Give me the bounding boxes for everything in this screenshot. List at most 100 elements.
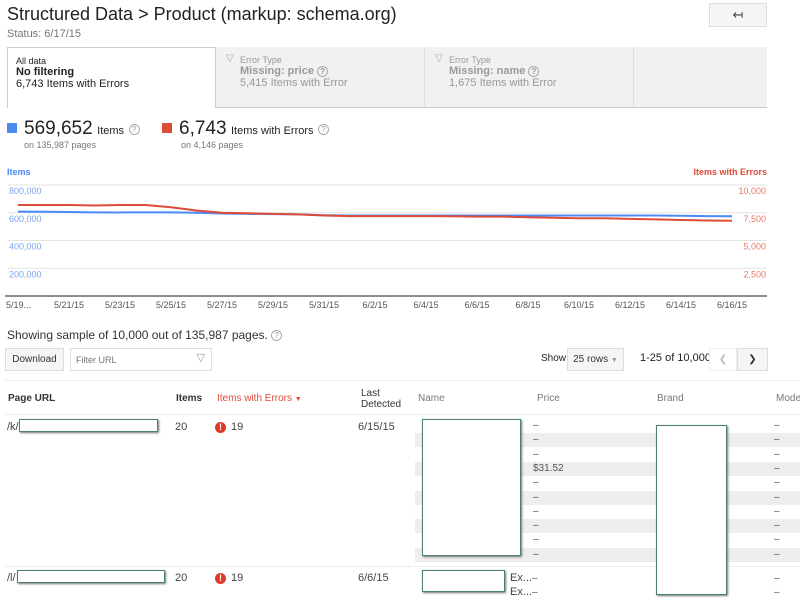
col-name[interactable]: Name	[418, 393, 445, 404]
redacted-url	[17, 570, 165, 583]
row1-errors: ! 19	[215, 421, 243, 433]
row1-model: –	[774, 520, 780, 532]
row2-items: 20	[175, 572, 188, 584]
errors-legend-swatch	[162, 123, 172, 133]
row2-last-detected: 6/6/15	[358, 572, 389, 584]
filter-icon: ▽	[226, 53, 234, 64]
y-tick-left: 200,000	[9, 269, 42, 279]
col-model[interactable]: Mode	[776, 393, 800, 404]
tab-missing-price[interactable]: ▽ Error Type Missing: price ? 5,415 Item…	[216, 47, 425, 108]
x-tick: 5/27/15	[207, 300, 237, 310]
filter-url-field[interactable]: ▽	[70, 348, 212, 371]
row1-url[interactable]: /k/	[7, 421, 19, 433]
y-tick-right: 7,500	[743, 214, 766, 224]
filter-icon: ▽	[196, 352, 205, 364]
y-tick-right: 5,000	[743, 242, 766, 252]
col-page-url[interactable]: Page URL	[8, 393, 55, 404]
tab-bold-label: Missing: name ?	[449, 65, 633, 77]
tab-count: 6,743 Items with Errors	[16, 78, 130, 90]
row2-url[interactable]: /l/	[7, 572, 16, 584]
help-icon[interactable]: ?	[271, 330, 283, 342]
row1-last-detected: 6/15/15	[358, 421, 395, 433]
tab-count: 1,675 Items with Error	[449, 77, 557, 89]
row1-model: –	[774, 505, 780, 517]
redacted-names	[422, 419, 521, 556]
row1-model: –	[774, 448, 780, 460]
row1-model: –	[774, 420, 780, 431]
tab-small-label: All data	[16, 56, 47, 66]
line-chart: Items Items with Errors 800,000 10,000 600…	[5, 167, 767, 310]
row2-price: –	[532, 573, 538, 584]
col-brand[interactable]: Brand	[657, 393, 684, 404]
row2-name-fragment: Ex...	[510, 572, 533, 584]
error-icon: !	[215, 422, 226, 433]
help-icon[interactable]: ?	[317, 124, 329, 136]
row1-model: –	[774, 534, 780, 546]
col-items-with-errors[interactable]: Items with Errors ▼	[217, 393, 302, 404]
sample-text: Showing sample of 10,000 out of 135,987 …	[7, 328, 283, 342]
help-icon[interactable]: ?	[128, 124, 140, 136]
x-tick: 5/31/15	[309, 300, 339, 310]
y-axis-left-label: Items	[7, 167, 31, 177]
rows-per-page-select[interactable]: 25 rows ▼	[567, 348, 624, 371]
row1-price: –	[533, 520, 539, 532]
row2-model: –	[774, 573, 780, 584]
errors-pages: on 4,146 pages	[181, 140, 244, 150]
tab-small-label: Error Type	[449, 55, 491, 65]
tab-small-label: Error Type	[240, 55, 282, 65]
row1-model: –	[774, 477, 780, 489]
pagination-range: 1-25 of 10,000	[640, 352, 711, 364]
x-tick: 6/8/15	[515, 300, 540, 310]
row1-price: –	[533, 505, 539, 517]
page-title: Structured Data > Product (markup: schem…	[7, 4, 397, 24]
x-tick: 5/21/15	[54, 300, 84, 310]
y-tick-left: 400,000	[9, 242, 42, 252]
filter-icon: ▽	[435, 53, 443, 64]
x-tick: 6/16/15	[717, 300, 747, 310]
redacted-brands	[656, 425, 727, 595]
tab-empty	[634, 47, 767, 108]
tab-missing-name[interactable]: ▽ Error Type Missing: name ? 1,675 Items…	[425, 47, 634, 108]
x-tick: 6/6/15	[464, 300, 489, 310]
prev-page-button[interactable]: ❮	[709, 348, 737, 371]
y-tick-left: 800,000	[9, 186, 42, 196]
show-label: Show	[541, 353, 567, 364]
tab-bold-label: Missing: price ?	[240, 65, 424, 77]
items-summary: 569,652 Items ?	[24, 118, 140, 140]
divider	[5, 380, 800, 381]
items-pages: on 135,987 pages	[24, 140, 97, 150]
tab-count: 5,415 Items with Error	[240, 77, 348, 89]
sort-desc-icon: ▼	[294, 396, 302, 403]
next-page-button[interactable]: ❯	[737, 348, 768, 371]
y-tick-left: 600,000	[9, 214, 42, 224]
row1-items: 20	[175, 421, 188, 433]
row1-price: –	[533, 420, 539, 431]
items-legend-swatch	[7, 123, 17, 133]
col-items[interactable]: Items	[176, 393, 202, 404]
row1-model: –	[774, 491, 780, 503]
x-tick: 6/12/15	[615, 300, 645, 310]
download-button[interactable]: Download	[5, 348, 64, 371]
x-tick: 6/10/15	[564, 300, 594, 310]
filter-url-input[interactable]	[74, 354, 184, 366]
row1-price: –	[533, 548, 539, 560]
row2-model: –	[774, 587, 780, 598]
y-axis-right-label: Items with Errors	[693, 167, 767, 177]
row1-model: –	[774, 462, 780, 474]
error-icon: !	[215, 573, 226, 584]
col-price[interactable]: Price	[537, 393, 560, 404]
redacted-url	[19, 419, 158, 432]
row1-price: –	[533, 434, 539, 446]
help-icon[interactable]: ?	[528, 65, 540, 77]
errors-summary: 6,743 Items with Errors ?	[179, 118, 329, 140]
help-icon[interactable]: ?	[317, 65, 329, 77]
back-button[interactable]: ↤	[709, 3, 767, 27]
y-tick-right: 10,000	[738, 186, 766, 196]
x-tick: 5/19...	[6, 300, 31, 310]
row1-price: –	[533, 534, 539, 546]
x-tick: 6/2/15	[362, 300, 387, 310]
col-last-detected[interactable]: Last Detected	[361, 388, 406, 410]
tab-all-data[interactable]: All data No filtering 6,743 Items with E…	[7, 47, 216, 108]
row2-errors: ! 19	[215, 572, 243, 584]
y-tick-right: 2,500	[743, 269, 766, 279]
